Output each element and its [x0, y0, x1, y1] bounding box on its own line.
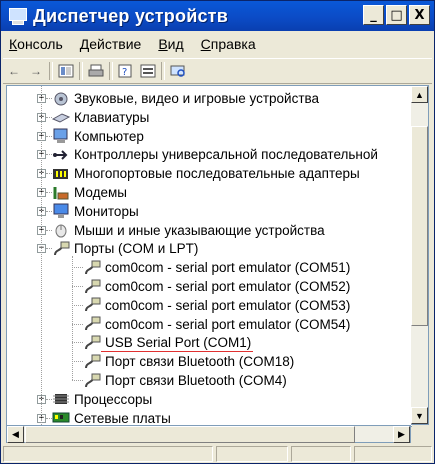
device-manager-app-icon[interactable] — [7, 7, 27, 25]
tree-category-item[interactable]: Многопортовые последовательные адаптеры — [52, 164, 360, 183]
tree-item-label: Звуковые, видео и игровые устройства — [74, 91, 320, 106]
close-button[interactable]: X — [409, 5, 430, 25]
tree-category-item[interactable]: Звуковые, видео и игровые устройства — [52, 89, 319, 108]
tree-item-label: com0com - serial port emulator (COM52) — [105, 279, 351, 294]
device-tree: Звуковые, видео и игровые устройства + Кла… — [6, 85, 412, 427]
scroll-up-icon[interactable]: ▲ — [411, 86, 428, 103]
toolbar: ← → ? — [3, 58, 432, 84]
print-icon[interactable] — [85, 61, 107, 81]
speaker-icon — [52, 91, 70, 107]
tree-category-item[interactable]: Процессоры — [52, 390, 152, 409]
port-icon — [83, 297, 101, 313]
tree-category-item[interactable]: Клавиатуры — [51, 108, 150, 127]
port-icon — [83, 354, 101, 370]
tree-child-item[interactable]: com0com - serial port emulator (COM54) — [83, 315, 350, 334]
tree-item-label: com0com - serial port emulator (COM53) — [105, 297, 351, 313]
scroll-right-icon[interactable]: ▶ — [393, 426, 410, 443]
scan-hardware-icon[interactable] — [167, 61, 189, 81]
tree-child-item[interactable]: com0com - serial port emulator (COM53) — [83, 296, 350, 315]
tree-item-label: Мыши и иные указывающие устройства — [74, 222, 325, 238]
tree-item-label: Порты (COM и LPT) — [74, 241, 199, 257]
tree-child-item[interactable]: com0com - serial port emulator (COM51) — [83, 258, 350, 277]
port-icon — [52, 241, 70, 257]
cpu-icon — [52, 391, 70, 407]
tree-item-label: com0com - serial port emulator (COM51) — [105, 260, 351, 276]
tree-child-item[interactable]: USB Serial Port (COM1) — [83, 333, 251, 352]
vertical-scroll-thumb[interactable] — [411, 126, 428, 326]
maximize-button[interactable]: □ — [386, 5, 407, 25]
tree-item-label: Сетевые платы — [74, 410, 171, 426]
tree-item-label: Клавиатуры — [74, 109, 150, 125]
device-manager-window: Диспетчер устройств _ □ X Консоль Действ… — [0, 0, 435, 464]
help-icon[interactable]: ? — [115, 61, 137, 81]
tree-category-item[interactable]: Компьютер — [52, 127, 144, 146]
tree-item-label: Порт связи Bluetooth (COM18) — [105, 354, 295, 370]
menu-help[interactable]: Справка — [193, 36, 265, 52]
scroll-left-icon[interactable]: ◀ — [7, 426, 24, 443]
scroll-down-icon[interactable]: ▼ — [411, 407, 428, 424]
tree-item-label: com0com - serial port emulator (COM54) — [105, 316, 351, 332]
computer-icon — [52, 128, 70, 144]
minimize-button[interactable]: _ — [363, 5, 384, 25]
status-bar — [1, 445, 434, 463]
title-bar[interactable]: Диспетчер устройств _ □ X — [1, 1, 434, 31]
tree-item-label: USB Serial Port (COM1) — [105, 335, 252, 351]
tree-child-item[interactable]: com0com - serial port emulator (COM52) — [83, 277, 350, 296]
tree-category-item[interactable]: Порты (COM и LPT) — [52, 239, 198, 258]
tree-item-label: Мониторы — [74, 203, 139, 219]
tree-item-label: Порт связи Bluetooth (COM4) — [105, 373, 287, 388]
tree-category-item[interactable]: Мониторы — [52, 202, 139, 221]
horizontal-scroll-thumb[interactable] — [25, 426, 355, 443]
tree-item-label: Процессоры — [74, 391, 153, 407]
svg-text:?: ? — [122, 67, 127, 78]
port-icon — [83, 373, 101, 389]
console-tree-icon[interactable] — [55, 61, 77, 81]
tree-item-label: Компьютер — [74, 128, 144, 144]
port-icon — [83, 279, 101, 295]
tree-category-item[interactable]: Контроллеры универсальной последовательн… — [52, 145, 378, 164]
status-panel — [354, 446, 432, 462]
monitor-icon — [52, 203, 70, 219]
tree-item-label: Модемы — [74, 185, 127, 200]
tree-child-item[interactable]: Порт связи Bluetooth (COM4) — [83, 371, 287, 390]
network-card-icon — [52, 410, 70, 426]
modem-icon — [52, 185, 70, 201]
port-icon — [83, 335, 101, 351]
port-icon — [83, 316, 101, 332]
tree-category-item[interactable]: Модемы — [52, 183, 127, 202]
keyboard-icon — [51, 109, 71, 125]
status-panel — [216, 446, 288, 462]
tree-item-label: Многопортовые последовательные адаптеры — [74, 166, 360, 182]
usb-icon — [52, 147, 70, 163]
tree-category-item[interactable]: Мыши и иные указывающие устройства — [52, 221, 325, 240]
horizontal-scrollbar[interactable]: ◀ ▶ — [6, 425, 411, 443]
multiport-icon — [52, 166, 70, 182]
port-icon — [83, 260, 101, 276]
status-panel — [291, 446, 351, 462]
mouse-icon — [52, 222, 70, 238]
menu-view[interactable]: Вид — [150, 36, 192, 52]
window-title: Диспетчер устройств — [33, 5, 228, 26]
tree-item-label: Контроллеры универсальной последовательн… — [74, 147, 378, 163]
menu-console[interactable]: Консоль — [1, 36, 72, 52]
menu-bar: Консоль Действие Вид Справка — [1, 33, 434, 55]
vertical-scrollbar[interactable]: ▲ ▼ — [411, 85, 429, 425]
menu-action[interactable]: Действие — [72, 36, 151, 52]
back-arrow-icon[interactable]: ← — [3, 61, 25, 81]
properties-icon[interactable] — [137, 61, 159, 81]
tree-child-item[interactable]: Порт связи Bluetooth (COM18) — [83, 352, 294, 371]
highlight-underline — [101, 351, 253, 353]
forward-arrow-icon[interactable]: → — [25, 61, 47, 81]
status-panel — [3, 446, 213, 462]
